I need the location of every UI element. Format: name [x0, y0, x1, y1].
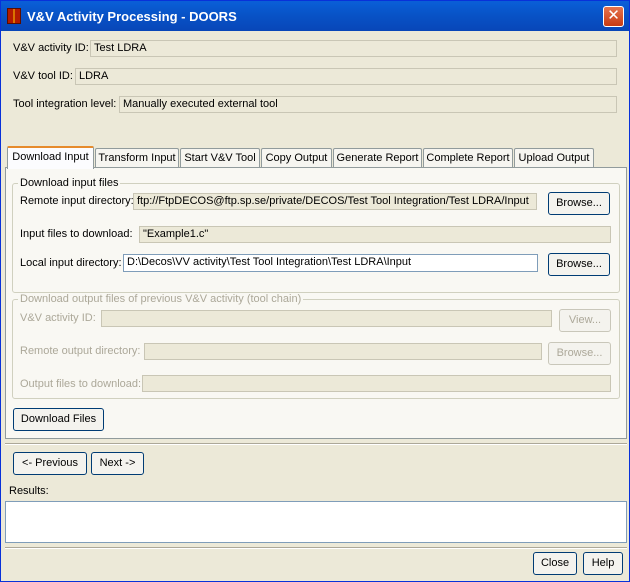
- remote-output-dir-field: [144, 343, 542, 360]
- activity-id-field: Test LDRA: [90, 40, 617, 57]
- activity-id-label: V&V activity ID:: [13, 42, 89, 54]
- view-button[interactable]: View...: [559, 309, 611, 332]
- local-input-dir-input[interactable]: D:\Decos\VV activity\Test Tool Integrati…: [123, 254, 538, 272]
- prev-activity-id-field: [101, 310, 552, 327]
- remote-output-dir-label: Remote output directory:: [20, 345, 141, 357]
- local-input-dir-label: Local input directory:: [20, 257, 122, 269]
- doors-app-icon: [7, 8, 21, 24]
- window-title: V&V Activity Processing - DOORS: [27, 9, 237, 24]
- tool-id-label: V&V tool ID:: [13, 70, 73, 82]
- download-input-group-title: Download input files: [18, 177, 121, 189]
- browse-output-button[interactable]: Browse...: [548, 342, 611, 365]
- close-icon[interactable]: ✕: [603, 6, 624, 27]
- output-files-field: [142, 375, 611, 392]
- next-button[interactable]: Next ->: [91, 452, 144, 475]
- tab-upload-output[interactable]: Upload Output: [514, 148, 594, 168]
- remote-input-dir-field: ftp://FtpDECOS@ftp.sp.se/private/DECOS/T…: [133, 193, 537, 210]
- integration-level-field: Manually executed external tool: [119, 96, 617, 113]
- tab-transform-input[interactable]: Transform Input: [95, 148, 179, 168]
- tab-complete-report[interactable]: Complete Report: [423, 148, 513, 168]
- integration-level-label: Tool integration level:: [13, 98, 117, 110]
- previous-output-group-title: Download output files of previous V&V ac…: [18, 293, 304, 305]
- tool-id-field: LDRA: [75, 68, 617, 85]
- tab-generate-report[interactable]: Generate Report: [333, 148, 422, 168]
- output-files-label: Output files to download:: [20, 378, 142, 390]
- help-button[interactable]: Help: [583, 552, 623, 575]
- tab-copy-output[interactable]: Copy Output: [261, 148, 332, 168]
- separator: [5, 443, 627, 445]
- dialog-window: V&V Activity Processing - DOORS ✕ V&V ac…: [0, 0, 630, 582]
- title-bar[interactable]: V&V Activity Processing - DOORS ✕: [1, 1, 629, 31]
- browse-local-button[interactable]: Browse...: [548, 253, 610, 276]
- results-box[interactable]: [5, 501, 627, 543]
- tab-download-input[interactable]: Download Input: [7, 146, 94, 169]
- remote-input-dir-label: Remote input directory:: [20, 195, 134, 207]
- close-button[interactable]: Close: [533, 552, 577, 575]
- footer-separator: [5, 547, 627, 549]
- prev-activity-id-label: V&V activity ID:: [20, 312, 96, 324]
- tab-start-vv-tool[interactable]: Start V&V Tool: [180, 148, 260, 168]
- input-files-label: Input files to download:: [20, 228, 133, 240]
- results-label: Results:: [9, 485, 49, 497]
- input-files-field: "Example1.c": [139, 226, 611, 243]
- tab-panel: Download input files Remote input direct…: [5, 167, 627, 439]
- previous-button[interactable]: <- Previous: [13, 452, 87, 475]
- download-files-button[interactable]: Download Files: [13, 408, 104, 431]
- browse-remote-button[interactable]: Browse...: [548, 192, 610, 215]
